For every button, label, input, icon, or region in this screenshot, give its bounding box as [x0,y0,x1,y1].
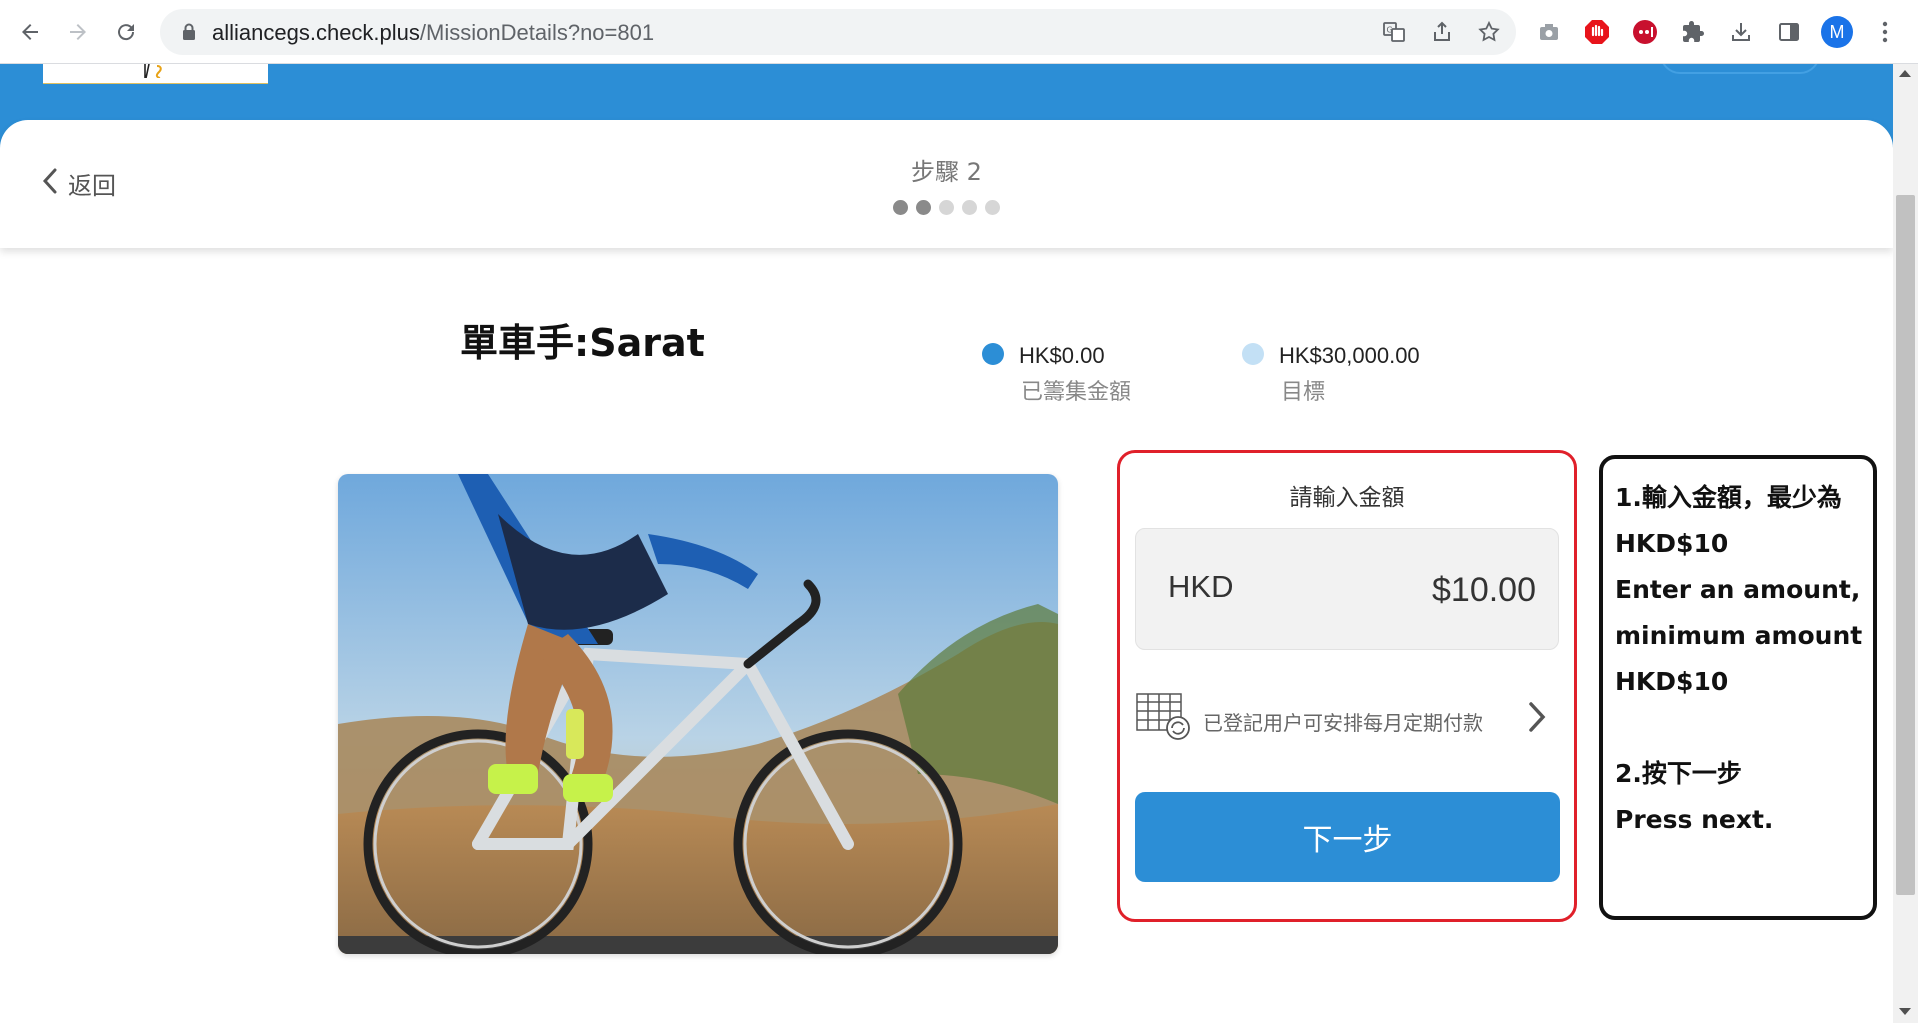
raised-value: HK$0.00 [1019,343,1105,368]
share-icon[interactable] [1428,18,1456,46]
browser-menu-icon[interactable] [1867,14,1903,50]
page-content: 返回 步驟 2 單車手:Sarat HK$0.00 已籌集金額 HK$30,00… [0,64,1893,1023]
instruction-line: Enter an amount, [1615,575,1861,604]
target-label: 目標 [1281,380,1326,405]
scroll-down-arrow-icon[interactable] [1899,1008,1911,1015]
instruction-line: Press next. [1615,805,1774,834]
target-value: HK$30,000.00 [1279,343,1420,368]
site-logo[interactable] [43,64,268,84]
step-dot [916,200,931,215]
instruction-line: minimum amount [1615,621,1863,650]
instruction-line: 2.按下一步 [1615,759,1742,788]
back-arrow-icon[interactable] [12,14,48,50]
donation-amount-card: 請輸入金額 HKD 已登記用户可安排每月定期付款 下一步 [1117,450,1577,922]
scrollbar-thumb[interactable] [1896,195,1915,895]
scroll-up-arrow-icon[interactable] [1899,70,1911,77]
step-dot [893,200,908,215]
translate-icon[interactable]: G [1380,18,1408,46]
header-action-button[interactable] [1660,64,1820,74]
mission-photo [338,474,1058,954]
svg-text:G: G [1387,26,1393,35]
instruction-line: HKD$10 [1615,529,1729,558]
amount-title: 請輸入金額 [1289,485,1405,511]
step-dot [985,200,1000,215]
side-panel-icon[interactable] [1771,14,1807,50]
lastpass-extension-icon[interactable] [1627,14,1663,50]
recurring-text: 已登記用户可安排每月定期付款 [1203,711,1483,735]
camera-icon[interactable] [1531,14,1567,50]
url-text: alliancegs.check.plus/MissionDetails?no=… [212,20,655,45]
amount-box: HKD [1135,528,1559,650]
extensions-puzzle-icon[interactable] [1675,14,1711,50]
step-navigation: 返回 步驟 2 [0,120,1893,248]
instruction-annotation: 1.輸入金額，最少為 HKD$10 Enter an amount, minim… [1599,455,1877,920]
mission-title: 單車手:Sarat [460,321,705,365]
address-bar[interactable]: alliancegs.check.plus/MissionDetails?no=… [160,9,1516,55]
raised-label: 已籌集金額 [1021,380,1132,405]
currency-label: HKD [1168,569,1234,604]
lock-icon [182,23,196,45]
recurring-payment-link[interactable]: 已登記用户可安排每月定期付款 [1135,690,1559,746]
instruction-line: HKD$10 [1615,667,1729,696]
instruction-line: 1.輸入金額，最少為 [1615,483,1842,512]
download-icon[interactable] [1723,14,1759,50]
amount-input[interactable] [1266,549,1544,631]
next-step-button[interactable]: 下一步 [1135,792,1560,882]
browser-toolbar: alliancegs.check.plus/MissionDetails?no=… [0,0,1918,64]
reload-icon[interactable] [108,14,144,50]
step-dot [939,200,954,215]
step-label: 步驟 2 [911,158,982,186]
recurring-calendar-icon [1135,690,1191,746]
forward-arrow-icon[interactable] [60,14,96,50]
bookmark-star-icon[interactable] [1475,18,1503,46]
step-dot [962,200,977,215]
raised-dot [982,343,1004,365]
chevron-right-icon [1527,700,1547,738]
step-progress-dots [893,200,1000,215]
profile-avatar[interactable]: M [1821,16,1853,48]
target-dot [1242,343,1264,365]
adblock-hand-icon[interactable] [1579,14,1615,50]
